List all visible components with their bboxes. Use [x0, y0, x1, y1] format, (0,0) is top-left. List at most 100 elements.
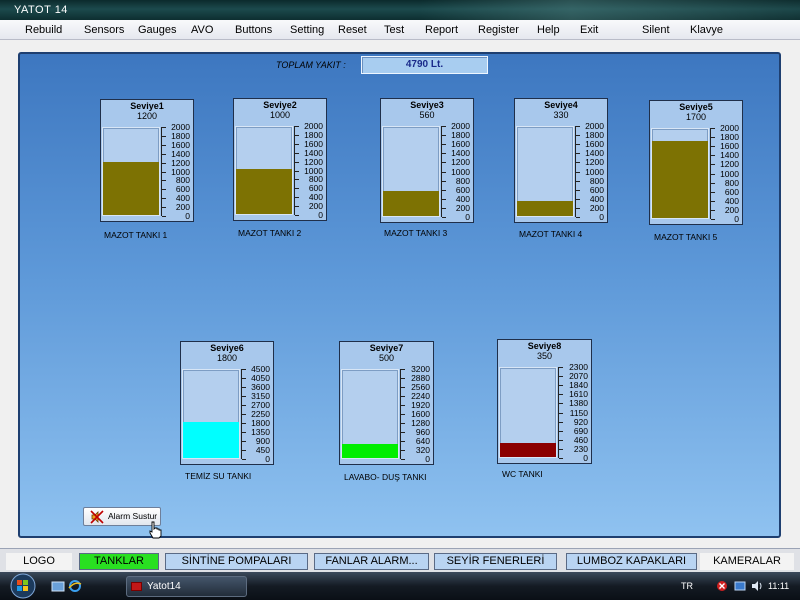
gauge-scale: 2300 2070 1840 1610 1380 1150 920 690 460 230 0	[558, 363, 589, 463]
gauge-name: Seviye4	[544, 100, 578, 110]
scale-tick	[711, 174, 715, 175]
gauge-seviye5: Seviye5 1700 2000 1800 1600 1400 1200 1000 800 60…	[649, 100, 743, 225]
scale-tick	[576, 172, 580, 173]
scale-tick	[162, 127, 166, 128]
scale-tick-label: 0	[583, 453, 588, 463]
scale-tick	[401, 459, 405, 460]
tank-level-tube	[341, 369, 399, 459]
tab-seyir-fenerleri[interactable]: SEYİR FENERLERİ	[434, 553, 557, 570]
tab-logo[interactable]: LOGO	[6, 553, 72, 570]
menu-item-silent[interactable]: Silent	[642, 24, 670, 36]
scale-tick-label: 0	[734, 214, 739, 224]
scale-tick-label: 0	[318, 210, 323, 220]
menu-item-sensors[interactable]: Sensors	[84, 24, 124, 36]
scale-tick	[576, 217, 580, 218]
tank-level-fill	[517, 201, 573, 216]
tab-sintine-pompalari[interactable]: SİNTİNE POMPALARI	[165, 553, 308, 570]
alert-tray-icon[interactable]	[716, 580, 728, 592]
scale-tick	[559, 413, 563, 414]
scale-tick	[576, 153, 580, 154]
menu-item-gauges[interactable]: Gauges	[138, 24, 177, 36]
gauge-seviye3: Seviye3 560 2000 1800 1600 1400 1200 1000 800 600…	[380, 98, 474, 223]
scale-tick-label: 0	[265, 454, 270, 464]
gauge-scale: 2000 1800 1600 1400 1200 1000 800 600 400 200 0	[710, 124, 740, 224]
scale-tick	[576, 135, 580, 136]
menu-item-setting[interactable]: Setting	[290, 24, 324, 36]
gauge-seviye2: Seviye2 1000 2000 1800 1600 1400 1200 1000 800 60…	[233, 98, 327, 221]
scale-tick	[295, 135, 299, 136]
show-desktop-icon[interactable]	[51, 579, 65, 593]
scale-tick	[242, 450, 246, 451]
tab-fanlar-alarm[interactable]: FANLAR ALARM...	[314, 553, 429, 570]
menu-item-avo[interactable]: AVO	[191, 24, 213, 36]
scale-tick	[711, 137, 715, 138]
gauge-scale: 2000 1800 1600 1400 1200 1000 800 600 400 200 0	[294, 122, 324, 220]
menu-item-report[interactable]: Report	[425, 24, 458, 36]
scale-tick	[559, 422, 563, 423]
scale-tick	[242, 423, 246, 424]
menu-item-help[interactable]: Help	[537, 24, 560, 36]
windows-start-icon[interactable]	[6, 572, 40, 600]
gauge-scale: 3200 2880 2560 2240 1920 1600 1280 960 640 320 0	[400, 365, 431, 464]
language-indicator[interactable]: TR	[681, 581, 693, 591]
tab-lumboz-kapaklari[interactable]: LUMBOZ KAPAKLARI	[566, 553, 697, 570]
gauge-name: Seviye3	[410, 100, 444, 110]
gauge-name: Seviye5	[679, 102, 713, 112]
scale-tick	[242, 396, 246, 397]
scale-tick	[242, 369, 246, 370]
scale-tick	[442, 135, 446, 136]
total-fuel-label: TOPLAM YAKIT :	[276, 60, 346, 70]
scale-tick	[401, 378, 405, 379]
gauge-value: 350	[536, 351, 553, 361]
gauge-value: 1000	[269, 110, 291, 120]
scale-tick	[442, 172, 446, 173]
tab-kameralar[interactable]: KAMERALAR	[700, 553, 794, 570]
scale-tick	[559, 385, 563, 386]
menu-item-reset[interactable]: Reset	[338, 24, 367, 36]
scale-tick-label: 0	[185, 211, 190, 221]
tank-label-wc: WC TANKI	[502, 469, 543, 479]
tank-label-lavabo-dus: LAVABO- DUŞ TANKI	[344, 472, 427, 482]
scale-tick-label: 1200	[720, 159, 739, 169]
network-tray-icon[interactable]	[734, 580, 746, 592]
tank-level-tube	[651, 128, 709, 219]
scale-tick	[295, 171, 299, 172]
scale-tick	[559, 440, 563, 441]
volume-tray-icon[interactable]	[751, 580, 763, 592]
gauge-name: Seviye8	[527, 341, 562, 351]
taskbar-button-yatot14[interactable]: Yatot14	[126, 576, 247, 597]
scale-tick	[576, 162, 580, 163]
menu-item-exit[interactable]: Exit	[580, 24, 598, 36]
scale-tick	[162, 180, 166, 181]
scale-tick	[711, 183, 715, 184]
scale-tick	[401, 441, 405, 442]
tank-level-tube	[102, 127, 160, 216]
menu-item-klavye[interactable]: Klavye	[690, 24, 723, 36]
scale-tick	[559, 376, 563, 377]
scale-tick	[576, 126, 580, 127]
scale-tick	[401, 405, 405, 406]
os-taskbar: Yatot14 TR 11:11	[0, 572, 800, 600]
gauge-value: 500	[378, 353, 395, 363]
scale-tick	[295, 162, 299, 163]
tab-tanklar[interactable]: TANKLAR	[79, 553, 159, 570]
internet-explorer-icon[interactable]	[68, 579, 82, 593]
tank-level-tube	[382, 126, 440, 217]
menu-item-buttons[interactable]: Buttons	[235, 24, 272, 36]
scale-tick	[442, 190, 446, 191]
tank-label-mazot-4: MAZOT TANKI 4	[519, 229, 583, 239]
menu-item-register[interactable]: Register	[478, 24, 519, 36]
gauge-seviye1: Seviye1 1200 2000 1800 1600 1400 1200 1000 800 60…	[100, 99, 194, 222]
scale-tick	[295, 179, 299, 180]
scale-tick	[295, 197, 299, 198]
window-title: YATOT 14	[14, 4, 68, 16]
scale-tick	[711, 192, 715, 193]
menu-item-test[interactable]: Test	[384, 24, 404, 36]
menu-item-rebuild[interactable]: Rebuild	[25, 24, 62, 36]
gauge-seviye7: Seviye7 500 3200 2880 2560 2240 1920 1600 1280 96…	[339, 341, 434, 465]
scale-tick	[711, 201, 715, 202]
gauge-seviye6: Seviye6 1800 4500 4050 3600 3150 2700 2250 1800 1…	[180, 341, 274, 465]
scale-tick	[442, 162, 446, 163]
gauge-value: 1200	[136, 111, 158, 121]
tank-level-tube	[182, 369, 240, 459]
